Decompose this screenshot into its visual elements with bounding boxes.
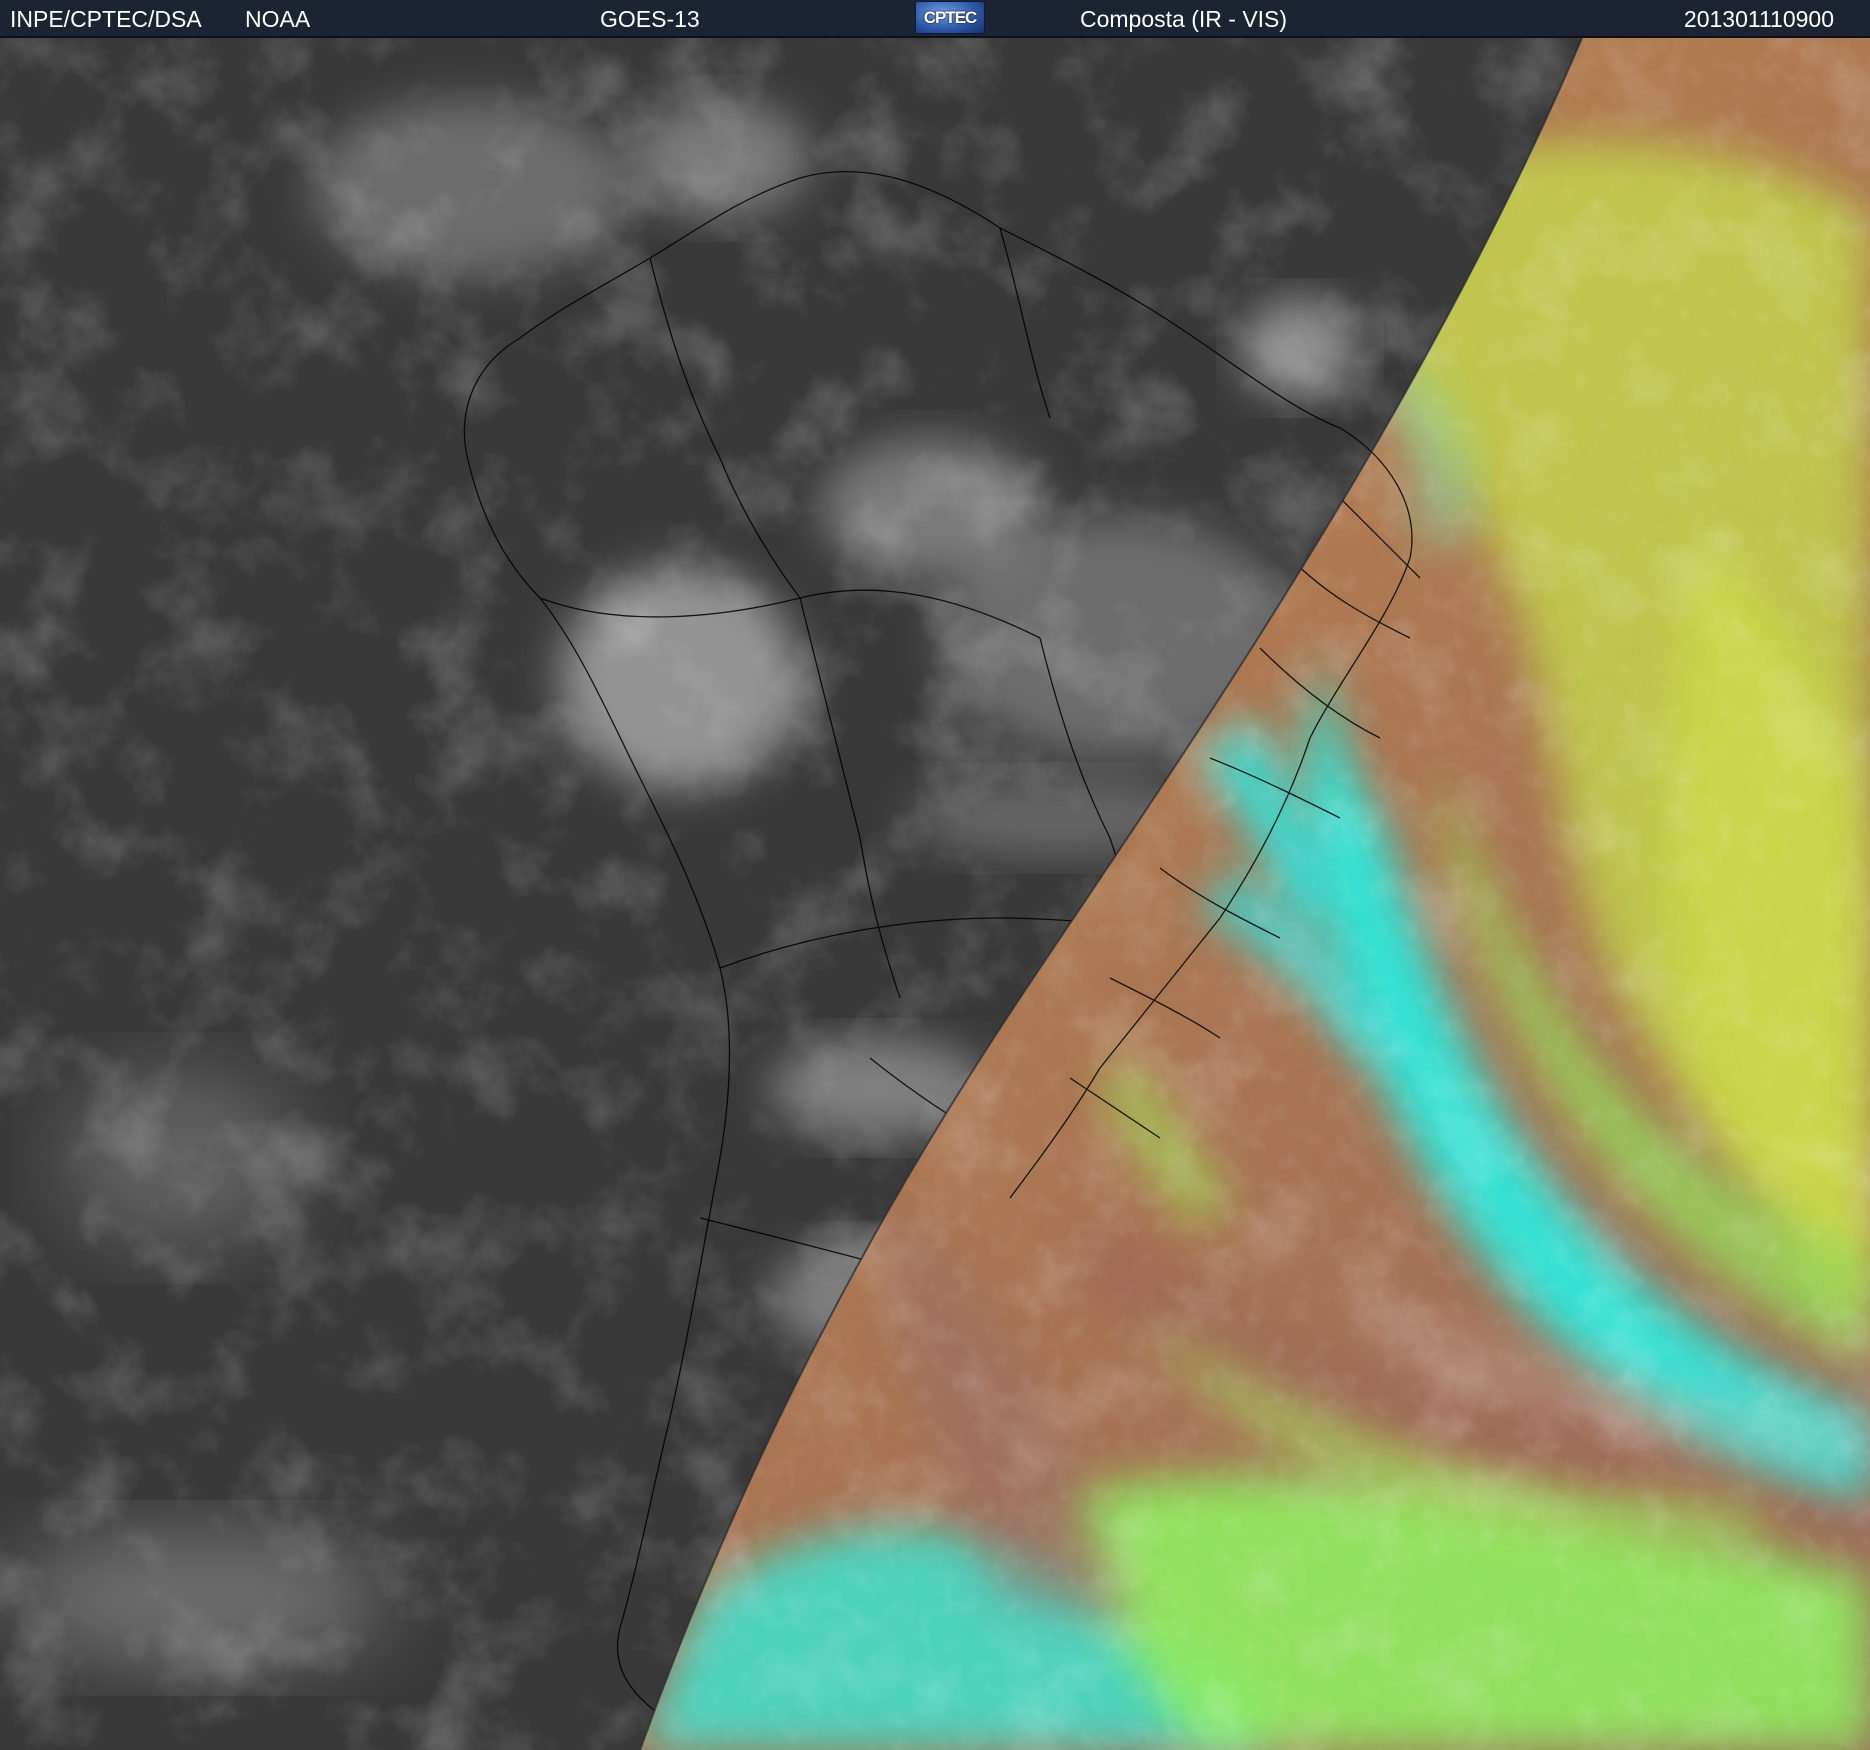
satellite-image-viewer: INPE/CPTEC/DSA NOAA GOES-13 CPTEC Compos… — [0, 0, 1870, 1750]
satellite-name: GOES-13 — [600, 6, 700, 32]
composite-image-canvas — [0, 38, 1870, 1750]
organization-label: INPE/CPTEC/DSA — [10, 6, 202, 32]
image-timestamp: 201301110900 — [1683, 6, 1834, 32]
cptec-logo: CPTEC — [915, 1, 985, 34]
satellite-imagery — [0, 38, 1870, 1750]
agency-label: NOAA — [245, 6, 311, 32]
product-title: Composta (IR - VIS) — [1080, 6, 1288, 32]
image-header-bar: INPE/CPTEC/DSA NOAA GOES-13 CPTEC Compos… — [0, 0, 1870, 38]
